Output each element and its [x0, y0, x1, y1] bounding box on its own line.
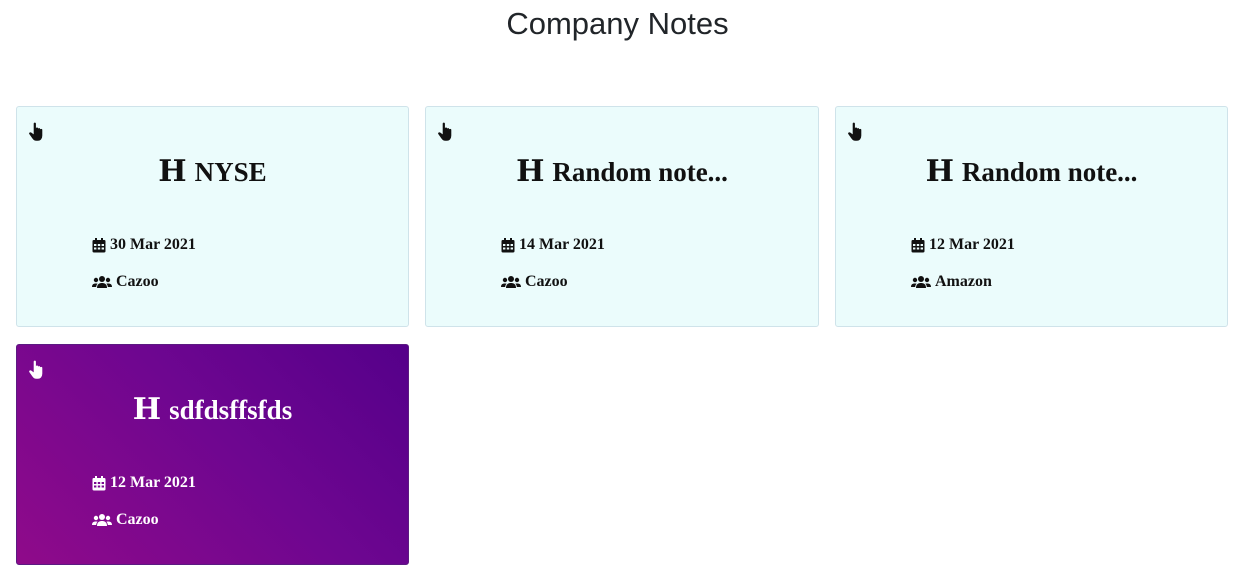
note-card-selected[interactable]: H sdfdsffsfds 12 Mar 2021 Cazoo [16, 344, 409, 565]
notes-grid: H NYSE 30 Mar 2021 Cazoo H Random note..… [16, 106, 1228, 565]
heading-icon: H [158, 154, 187, 189]
calendar-icon [92, 475, 106, 491]
note-title: H Random note... [426, 155, 818, 189]
users-icon [92, 513, 112, 527]
note-company: Cazoo [501, 272, 568, 292]
calendar-icon [911, 237, 925, 253]
users-icon [911, 275, 931, 289]
calendar-icon [501, 237, 515, 253]
note-card[interactable]: H Random note... 12 Mar 2021 Amazon [835, 106, 1228, 327]
note-company-text: Amazon [935, 273, 992, 290]
note-title: H NYSE [17, 155, 408, 189]
note-company-text: Cazoo [116, 273, 159, 290]
note-title: H sdfdsffsfds [17, 393, 408, 427]
note-title-text: NYSE [194, 157, 267, 187]
hand-pointer-icon [28, 360, 46, 380]
users-icon [501, 275, 521, 289]
note-company: Cazoo [92, 272, 159, 292]
heading-icon: H [132, 392, 162, 427]
note-title-text: Random note... [961, 157, 1138, 187]
note-title: H Random note... [836, 155, 1227, 189]
hand-pointer-icon [437, 122, 455, 142]
note-date: 12 Mar 2021 [911, 235, 1015, 255]
page-title: Company Notes [506, 6, 729, 41]
note-date-text: 14 Mar 2021 [519, 236, 605, 253]
heading-icon: H [925, 154, 954, 189]
note-date: 14 Mar 2021 [501, 235, 605, 255]
hand-pointer-icon [847, 122, 865, 142]
note-title-text: sdfdsffsfds [169, 395, 293, 425]
note-title-text: Random note... [552, 157, 728, 187]
note-date-text: 12 Mar 2021 [929, 236, 1015, 253]
note-company-text: Cazoo [525, 273, 568, 290]
note-date: 12 Mar 2021 [92, 473, 196, 493]
note-company-text: Cazoo [116, 511, 159, 528]
note-date-text: 30 Mar 2021 [110, 236, 196, 253]
heading-icon: H [516, 154, 545, 189]
note-company: Cazoo [92, 510, 159, 530]
note-card[interactable]: H Random note... 14 Mar 2021 Cazoo [425, 106, 819, 327]
note-card[interactable]: H NYSE 30 Mar 2021 Cazoo [16, 106, 409, 327]
note-date: 30 Mar 2021 [92, 235, 196, 255]
note-date-text: 12 Mar 2021 [110, 474, 196, 491]
note-company: Amazon [911, 272, 992, 292]
users-icon [92, 275, 112, 289]
hand-pointer-icon [28, 122, 46, 142]
calendar-icon [92, 237, 106, 253]
